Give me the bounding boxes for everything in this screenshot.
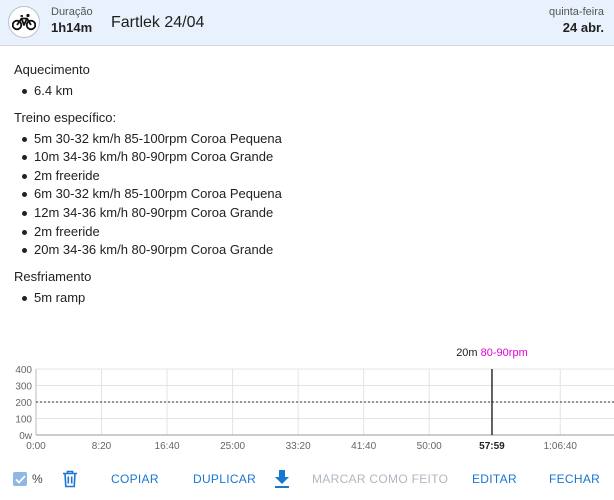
bicycle-icon: [8, 6, 40, 38]
cursor-duration: 20m: [456, 347, 480, 359]
list-item: 5m ramp: [14, 289, 282, 308]
cursor-label: 20m 80-90rpm: [456, 347, 528, 359]
duration-label: Duração: [51, 6, 93, 18]
y-tick-label: 200: [15, 398, 32, 409]
date-value: 24 abr.: [562, 20, 604, 35]
x-tick-label: 33:20: [286, 441, 311, 452]
step-list: 6.4 km: [14, 82, 282, 101]
copy-button[interactable]: COPIAR: [111, 472, 159, 486]
section-main-set: Treino específico: 5m 30-32 km/h 85-100r…: [14, 110, 282, 260]
y-tick-label: 100: [15, 415, 32, 426]
workout-header: Duração 1h14m Fartlek 24/04 quinta-feira…: [0, 0, 614, 46]
step-list: 5m ramp: [14, 289, 282, 308]
workout-date: quinta-feira 24 abr.: [548, 6, 604, 35]
list-item: 6m 30-32 km/h 85-100rpm Coroa Pequena: [14, 185, 282, 204]
action-bar: % COPIAR DUPLICAR MARCAR COMO FEITO EDIT…: [0, 465, 614, 495]
mark-done-button[interactable]: MARCAR COMO FEITO: [312, 472, 448, 486]
x-tick-label: 50:00: [417, 441, 442, 452]
x-tick-label: 1:06:40: [544, 441, 578, 452]
x-tick-label: 0:00: [26, 441, 46, 452]
percent-label: %: [32, 472, 43, 486]
x-tick-label: 25:00: [220, 441, 245, 452]
y-tick-label: 400: [15, 365, 32, 376]
percent-checkbox[interactable]: [13, 472, 27, 486]
duration-value: 1h14m: [51, 20, 93, 35]
list-item: 2m freeride: [14, 223, 282, 242]
section-title: Treino específico:: [14, 109, 117, 125]
x-tick-label: 41:40: [351, 441, 376, 452]
step-list: 5m 30-32 km/h 85-100rpm Coroa Pequena 10…: [14, 130, 282, 260]
download-icon[interactable]: [273, 469, 291, 489]
list-item: 20m 34-36 km/h 80-90rpm Coroa Grande: [14, 241, 282, 260]
duration: Duração 1h14m: [51, 6, 93, 35]
power-chart[interactable]: 4003002001000w0:00 8:20 16:40 25:00 33:20 41:…: [0, 340, 614, 456]
x-tick-label: 57:59: [479, 441, 505, 452]
x-tick-label: 8:20: [92, 441, 112, 452]
list-item: 10m 34-36 km/h 80-90rpm Coroa Grande: [14, 148, 282, 167]
section-warmup: Aquecimento 6.4 km: [14, 62, 282, 101]
close-button[interactable]: FECHAR: [549, 472, 600, 486]
day-of-week: quinta-feira: [548, 6, 604, 18]
workout-title: Fartlek 24/04: [111, 14, 205, 31]
workout-description: Aquecimento 6.4 km Treino específico: 5m…: [14, 62, 282, 316]
cursor-cadence: 80-90rpm: [481, 347, 528, 359]
list-item: 12m 34-36 km/h 80-90rpm Coroa Grande: [14, 204, 282, 223]
section-title: Aquecimento: [14, 62, 90, 77]
list-item: 6.4 km: [14, 82, 282, 101]
list-item: 5m 30-32 km/h 85-100rpm Coroa Pequena: [14, 130, 282, 149]
y-tick-label: 300: [15, 382, 32, 393]
duplicate-button[interactable]: DUPLICAR: [193, 472, 256, 486]
trash-icon[interactable]: [62, 470, 78, 488]
x-tick-label: 16:40: [155, 441, 180, 452]
edit-button[interactable]: EDITAR: [472, 472, 517, 486]
list-item: 2m freeride: [14, 167, 282, 186]
section-cooldown: Resfriamento 5m ramp: [14, 269, 282, 308]
section-title: Resfriamento: [14, 268, 92, 284]
check-icon: [14, 474, 26, 484]
